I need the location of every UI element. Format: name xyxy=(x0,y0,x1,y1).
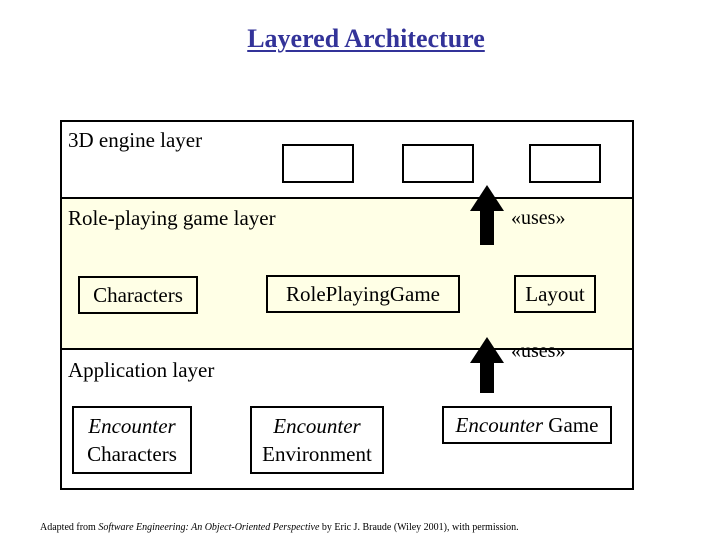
layer-label-role-playing-game: Role-playing game layer xyxy=(68,206,276,230)
attribution-footer: Adapted from Software Engineering: An Ob… xyxy=(40,522,519,533)
footer-suffix: by Eric J. Braude (Wiley 2001), with per… xyxy=(319,522,519,533)
layer-label-application: Application layer xyxy=(68,358,215,382)
footer-book-title: Software Engineering: An Object-Oriented… xyxy=(98,522,320,533)
package-role-playing-game: RolePlayingGame xyxy=(266,275,460,313)
package-name-italic: Encounter xyxy=(273,414,361,438)
layer-label-3d-engine: 3D engine layer xyxy=(68,128,203,152)
package-characters: Characters xyxy=(78,276,198,314)
architecture-diagram: 3D engine layer Role-playing game layer … xyxy=(60,120,634,490)
package-name: Characters xyxy=(87,442,177,466)
engine-component-box xyxy=(282,144,354,183)
uses-label-app-to-rpg: «uses» xyxy=(511,340,566,362)
package-name-italic: Encounter xyxy=(88,414,176,438)
package-name: Environment xyxy=(262,442,372,466)
package-name-italic: Encounter xyxy=(455,413,544,437)
uses-label-rpg-to-engine: «uses» xyxy=(511,207,566,229)
layer-3d-engine: 3D engine layer xyxy=(62,122,632,199)
package-encounter-game: Encounter Game xyxy=(442,406,612,444)
layer-application: Application layer Encounter Characters E… xyxy=(62,340,632,488)
engine-component-box xyxy=(529,144,601,183)
footer-prefix: Adapted from xyxy=(40,522,99,533)
package-encounter-environment: Encounter Environment xyxy=(250,406,384,474)
uses-arrow-icon xyxy=(470,337,504,393)
package-encounter-characters: Encounter Characters xyxy=(72,406,192,474)
uses-arrow-icon xyxy=(470,185,504,245)
layer-role-playing-game: Role-playing game layer Characters RoleP… xyxy=(62,199,632,350)
engine-component-box xyxy=(402,144,474,183)
page-title: Layered Architecture xyxy=(247,24,485,53)
package-name: Game xyxy=(548,413,599,437)
package-layout: Layout xyxy=(514,275,596,313)
